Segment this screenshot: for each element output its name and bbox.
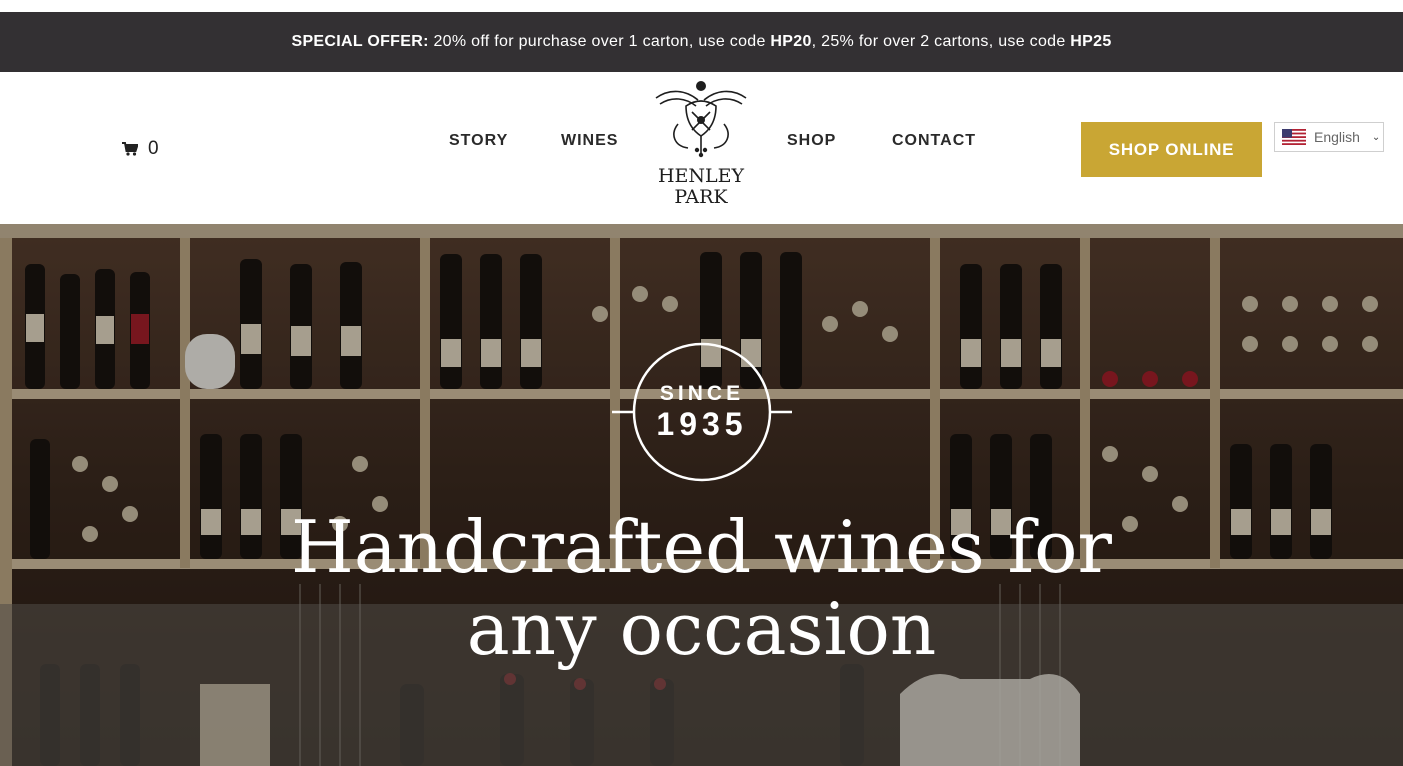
language-label: English — [1314, 129, 1360, 145]
offer-label: SPECIAL OFFER: — [291, 33, 429, 50]
cart-button[interactable]: 0 — [122, 138, 159, 160]
since-1935-badge: SINCE 1935 — [612, 342, 792, 486]
logo-word-1: HENLEY — [658, 165, 745, 187]
offer-code-2: HP25 — [1070, 33, 1112, 50]
hero-darken-overlay — [0, 224, 1403, 766]
cart-icon — [122, 142, 138, 156]
hero-headline: Handcrafted wines for any occasion — [200, 506, 1203, 670]
language-select[interactable]: English ⌄ — [1274, 122, 1384, 152]
henley-park-logo[interactable]: HENLEY PARK — [648, 76, 754, 210]
shop-online-button[interactable]: SHOP ONLINE — [1081, 122, 1262, 177]
chevron-down-icon: ⌄ — [1371, 131, 1381, 143]
nav-wines[interactable]: WINES — [561, 132, 618, 150]
site-header: 0 STORY WINES SHOP CONTACT HENLEY PARK S… — [0, 72, 1403, 224]
hero-section: SINCE 1935 Handcrafted wines for any occ… — [0, 224, 1403, 766]
offer-text-1: 20% off for purchase over 1 carton, use … — [428, 33, 771, 50]
nav-story[interactable]: STORY — [449, 132, 508, 150]
top-strip — [0, 0, 1403, 12]
cart-count: 0 — [148, 138, 159, 159]
us-flag-icon — [1282, 129, 1306, 145]
badge-year-text: 1935 — [656, 406, 748, 442]
nav-shop[interactable]: SHOP — [787, 132, 836, 150]
headline-line-2: any occasion — [466, 587, 937, 671]
special-offer-bar: SPECIAL OFFER: 20% off for purchase over… — [0, 12, 1403, 72]
offer-code-1: HP20 — [770, 33, 812, 50]
offer-text-2: , 25% for over 2 cartons, use code — [811, 33, 1071, 50]
nav-contact[interactable]: CONTACT — [892, 132, 976, 150]
badge-since-text: SINCE — [659, 382, 745, 405]
headline-line-1: Handcrafted wines for — [291, 505, 1112, 589]
logo-word-2: PARK — [674, 186, 728, 208]
